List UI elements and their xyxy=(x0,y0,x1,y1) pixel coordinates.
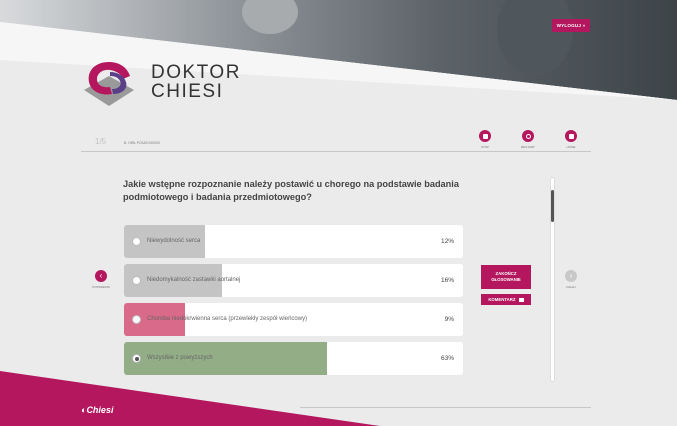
answer-text: Wszystkie z powyższych xyxy=(147,355,213,361)
radio-button[interactable] xyxy=(132,354,141,363)
footer-shape xyxy=(0,371,380,426)
chiesi-logo: ◐Chiesi xyxy=(81,405,113,415)
answer-percent: 12% xyxy=(440,238,454,245)
answer-percent: 16% xyxy=(440,277,454,284)
answer-text: Niewydolność serca xyxy=(147,238,201,244)
radio-button[interactable] xyxy=(132,237,141,246)
radio-button[interactable] xyxy=(132,315,141,324)
answer-percent: 9% xyxy=(444,316,454,323)
chiesi-logo-text: Chiesi xyxy=(86,405,114,415)
answer-text: Choroba niedokrwienna serca (przewlekły … xyxy=(147,316,308,322)
answer-text: Niedomykalność zastawki aortalnej xyxy=(147,277,241,283)
answer-percent: 63% xyxy=(440,355,454,362)
radio-button[interactable] xyxy=(132,276,141,285)
